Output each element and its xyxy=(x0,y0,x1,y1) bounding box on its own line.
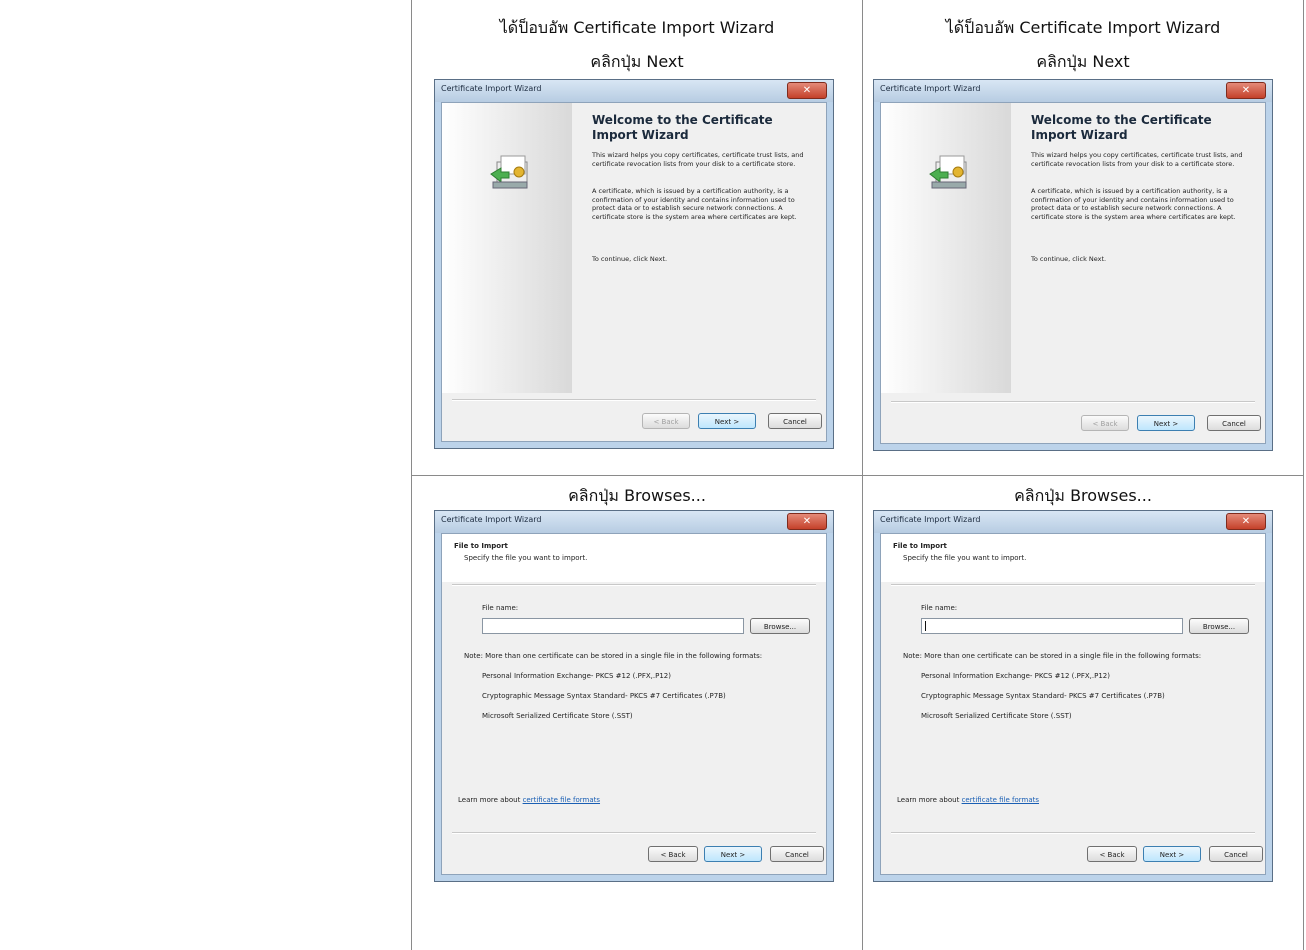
learn-more-prefix: Learn more about xyxy=(897,796,962,804)
back-button[interactable]: < Back xyxy=(648,846,698,862)
dialog-title: Certificate Import Wizard xyxy=(880,84,981,93)
file-dialog: Certificate Import Wizard ✕ File to Impo… xyxy=(434,510,834,882)
dialog-body: File to Import Specify the file you want… xyxy=(880,533,1266,875)
step-cell-browse-right: คลิกปุ่ม Browses... Certificate Import W… xyxy=(863,476,1303,950)
next-button[interactable]: Next > xyxy=(1137,415,1195,431)
certificate-icon xyxy=(929,155,967,189)
file-header: File to Import Specify the file you want… xyxy=(881,534,1265,582)
cancel-button[interactable]: Cancel xyxy=(770,846,824,862)
dialog-separator xyxy=(452,832,816,834)
cancel-button[interactable]: Cancel xyxy=(768,413,822,429)
wizard-heading: Welcome to the Certificate Import Wizard xyxy=(1031,113,1212,142)
format-item: Personal Information Exchange- PKCS #12 … xyxy=(921,672,1110,680)
back-button[interactable]: < Back xyxy=(1081,415,1129,431)
certificate-formats-link[interactable]: certificate file formats xyxy=(962,796,1039,804)
browse-button[interactable]: Browse... xyxy=(1189,618,1249,634)
close-button[interactable]: ✕ xyxy=(787,513,827,530)
file-header: File to Import Specify the file you want… xyxy=(442,534,826,582)
file-header-subtitle: Specify the file you want to import. xyxy=(903,554,1027,562)
file-header-subtitle: Specify the file you want to import. xyxy=(464,554,588,562)
close-button[interactable]: ✕ xyxy=(787,82,827,99)
welcome-dialog: Certificate Import Wizard ✕ Welcome to t… xyxy=(434,79,834,449)
format-item: Personal Information Exchange- PKCS #12 … xyxy=(482,672,671,680)
file-name-input[interactable] xyxy=(482,618,744,634)
step-cell-welcome-left: ได้ป็อบอัพ Certificate Import Wizard คลิ… xyxy=(412,0,862,475)
caption-click-browse: คลิกปุ่ม Browses... xyxy=(568,486,706,505)
dialog-titlebar: Certificate Import Wizard ✕ xyxy=(874,80,1272,102)
layout-table: ได้ป็อบอัพ Certificate Import Wizard คลิ… xyxy=(0,0,1306,950)
wizard-paragraph-3: To continue, click Next. xyxy=(1031,255,1107,263)
format-item: Microsoft Serialized Certificate Store (… xyxy=(921,712,1072,720)
dialog-title: Certificate Import Wizard xyxy=(441,84,542,93)
format-note: Note: More than one certificate can be s… xyxy=(464,652,763,660)
header-separator xyxy=(891,584,1255,586)
wizard-paragraph-3: To continue, click Next. xyxy=(592,255,668,263)
text-caret xyxy=(925,621,926,631)
caption-click-next: คลิกปุ่ม Next xyxy=(590,52,684,71)
close-button[interactable]: ✕ xyxy=(1226,513,1266,530)
caption-click-next: คลิกปุ่ม Next xyxy=(1036,52,1130,71)
learn-more-prefix: Learn more about xyxy=(458,796,523,804)
format-note: Note: More than one certificate can be s… xyxy=(903,652,1202,660)
file-dialog: Certificate Import Wizard ✕ File to Impo… xyxy=(873,510,1273,882)
dialog-separator xyxy=(891,401,1255,403)
format-item: Microsoft Serialized Certificate Store (… xyxy=(482,712,633,720)
next-button[interactable]: Next > xyxy=(704,846,762,862)
back-button[interactable]: < Back xyxy=(1087,846,1137,862)
caption-popup: ได้ป็อบอัพ Certificate Import Wizard xyxy=(945,18,1221,37)
dialog-titlebar: Certificate Import Wizard ✕ xyxy=(874,511,1272,533)
format-item: Cryptographic Message Syntax Standard- P… xyxy=(921,692,1165,700)
step-cell-welcome-right: ได้ป็อบอัพ Certificate Import Wizard คลิ… xyxy=(863,0,1303,475)
dialog-body: Welcome to the Certificate Import Wizard… xyxy=(880,102,1266,444)
file-name-label: File name: xyxy=(921,604,958,612)
file-header-title: File to Import xyxy=(893,542,947,550)
caption-popup: ได้ป็อบอัพ Certificate Import Wizard xyxy=(499,18,775,37)
cancel-button[interactable]: Cancel xyxy=(1209,846,1263,862)
dialog-separator xyxy=(891,832,1255,834)
cancel-button[interactable]: Cancel xyxy=(1207,415,1261,431)
wizard-paragraph-1: This wizard helps you copy certificates,… xyxy=(1031,151,1243,168)
file-name-input[interactable] xyxy=(921,618,1183,634)
certificate-formats-link[interactable]: certificate file formats xyxy=(523,796,600,804)
next-button[interactable]: Next > xyxy=(698,413,756,429)
wizard-paragraph-2: A certificate, which is issued by a cert… xyxy=(1031,187,1236,221)
dialog-titlebar: Certificate Import Wizard ✕ xyxy=(435,80,833,102)
learn-more-text: Learn more about certificate file format… xyxy=(458,796,600,804)
close-button[interactable]: ✕ xyxy=(1226,82,1266,99)
step-cell-browse-left: คลิกปุ่ม Browses... Certificate Import W… xyxy=(412,476,862,950)
dialog-separator xyxy=(452,399,816,401)
wizard-paragraph-1: This wizard helps you copy certificates,… xyxy=(592,151,804,168)
learn-more-text: Learn more about certificate file format… xyxy=(897,796,1039,804)
dialog-title: Certificate Import Wizard xyxy=(880,515,981,524)
back-button[interactable]: < Back xyxy=(642,413,690,429)
dialog-body: File to Import Specify the file you want… xyxy=(441,533,827,875)
header-separator xyxy=(452,584,816,586)
dialog-title: Certificate Import Wizard xyxy=(441,515,542,524)
file-header-title: File to Import xyxy=(454,542,508,550)
browse-button[interactable]: Browse... xyxy=(750,618,810,634)
wizard-side-panel xyxy=(881,103,1011,393)
wizard-side-panel xyxy=(442,103,572,393)
dialog-body: Welcome to the Certificate Import Wizard… xyxy=(441,102,827,442)
wizard-paragraph-2: A certificate, which is issued by a cert… xyxy=(592,187,797,221)
wizard-heading: Welcome to the Certificate Import Wizard xyxy=(592,113,773,142)
format-item: Cryptographic Message Syntax Standard- P… xyxy=(482,692,726,700)
next-button[interactable]: Next > xyxy=(1143,846,1201,862)
welcome-dialog: Certificate Import Wizard ✕ Welcome to t… xyxy=(873,79,1273,451)
dialog-titlebar: Certificate Import Wizard ✕ xyxy=(435,511,833,533)
file-name-label: File name: xyxy=(482,604,519,612)
certificate-icon xyxy=(490,155,528,189)
caption-click-browse: คลิกปุ่ม Browses... xyxy=(1014,486,1152,505)
